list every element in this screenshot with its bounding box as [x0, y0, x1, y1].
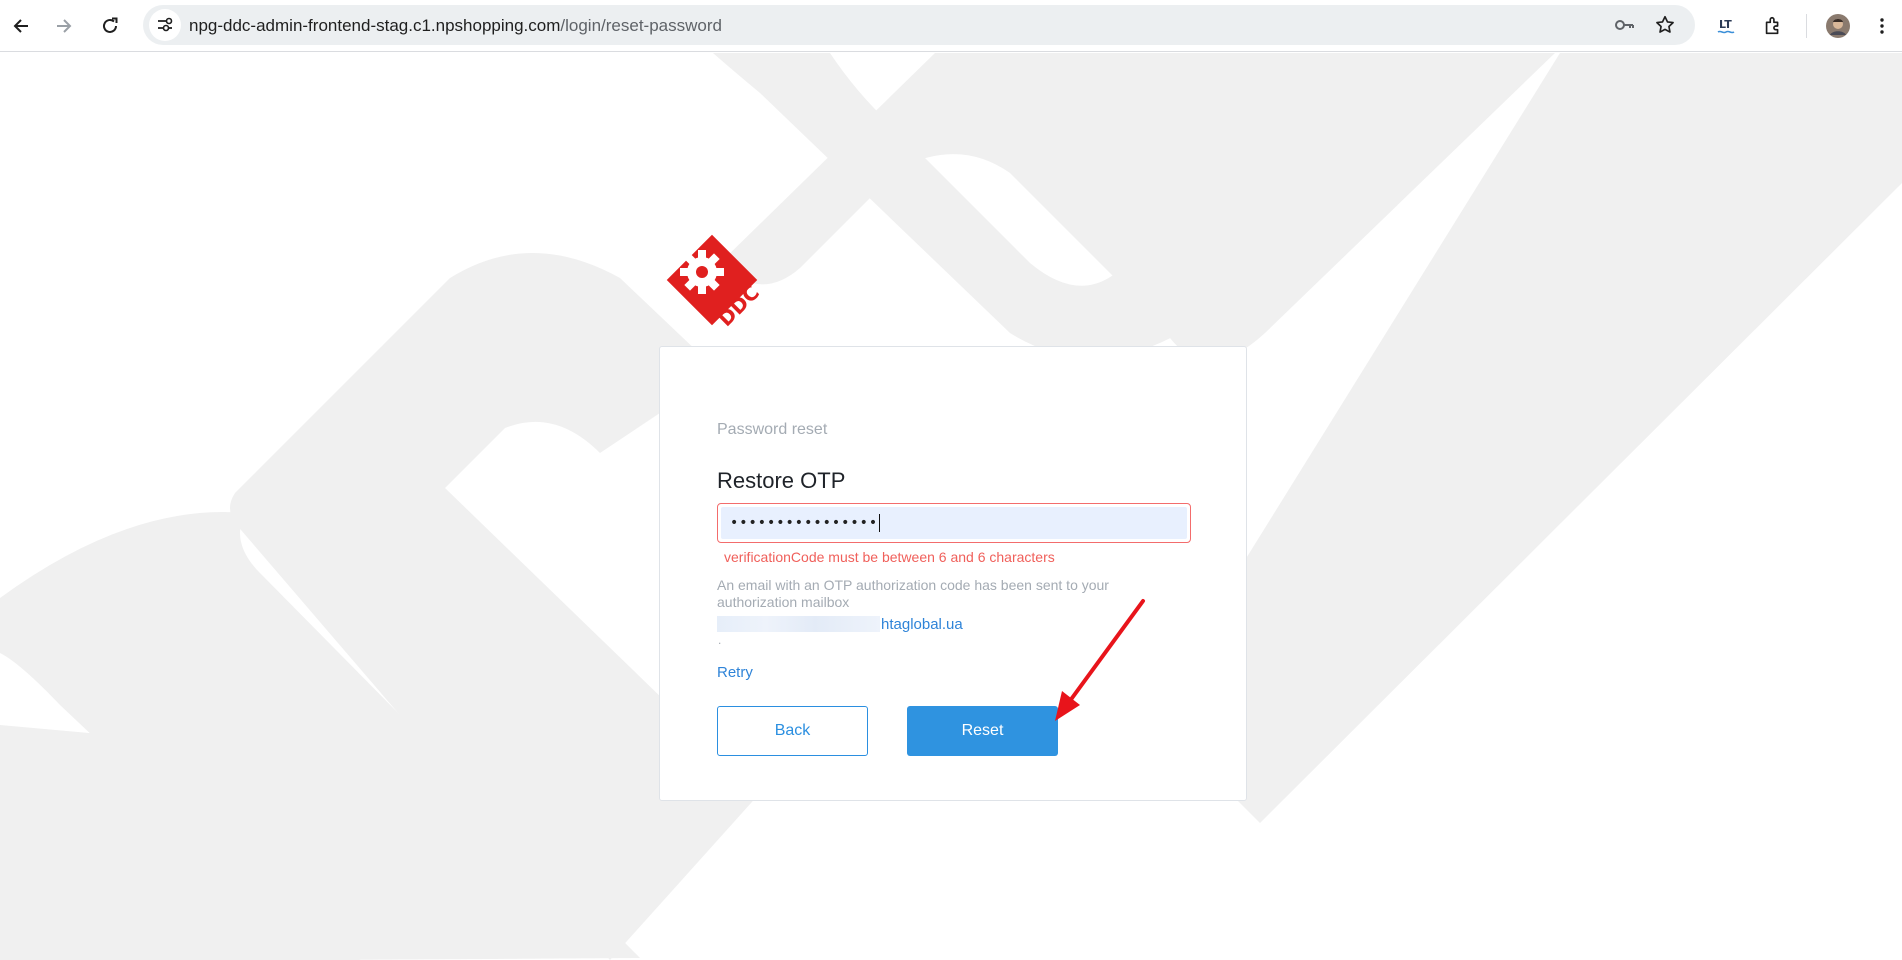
- otp-input-inner[interactable]: ••••••••••••••••: [721, 507, 1187, 539]
- form-subtitle: Password reset: [717, 421, 828, 438]
- back-icon[interactable]: [2, 7, 40, 45]
- email-redaction: [717, 616, 880, 632]
- password-key-icon[interactable]: [1612, 13, 1636, 37]
- site-info-icon[interactable]: [149, 9, 181, 41]
- otp-error-message: verificationCode must be between 6 and 6…: [724, 549, 1055, 565]
- profile-avatar[interactable]: [1822, 10, 1854, 42]
- bookmark-star-icon[interactable]: [1653, 13, 1677, 37]
- forward-icon[interactable]: [45, 7, 83, 45]
- extensions-icon[interactable]: [1757, 10, 1789, 42]
- reset-button[interactable]: Reset: [907, 706, 1058, 756]
- back-button[interactable]: Back: [717, 706, 868, 756]
- url-host: npg-ddc-admin-frontend-stag.c1.npshoppin…: [189, 16, 561, 35]
- text-caret: [879, 514, 881, 532]
- toolbar-divider: [1806, 14, 1807, 38]
- more-menu-icon[interactable]: [1866, 10, 1898, 42]
- reload-icon[interactable]: [91, 7, 129, 45]
- otp-input[interactable]: ••••••••••••••••: [717, 503, 1191, 543]
- form-title: Restore OTP: [717, 468, 846, 493]
- extension-label: LT: [1719, 18, 1732, 31]
- languagetool-icon[interactable]: LT: [1712, 10, 1744, 42]
- url-text[interactable]: npg-ddc-admin-frontend-stag.c1.npshoppin…: [189, 16, 722, 36]
- reset-password-card: Password reset Restore OTP •••••••••••••…: [659, 346, 1247, 801]
- otp-info-text: An email with an OTP authorization code …: [717, 577, 1109, 610]
- retry-link[interactable]: Retry: [717, 664, 753, 681]
- page-content: DDC Password reset Restore OTP •••••••••…: [0, 53, 1902, 960]
- address-bar[interactable]: npg-ddc-admin-frontend-stag.c1.npshoppin…: [143, 5, 1695, 45]
- email-dot: .: [718, 633, 722, 647]
- url-path: /login/reset-password: [560, 16, 722, 35]
- masked-email: htaglobal.ua: [717, 615, 963, 633]
- ddc-logo: DDC: [666, 234, 764, 331]
- browser-toolbar: npg-ddc-admin-frontend-stag.c1.npshoppin…: [0, 0, 1902, 52]
- otp-value: ••••••••••••••••: [730, 515, 879, 531]
- email-domain: htaglobal.ua: [881, 615, 963, 633]
